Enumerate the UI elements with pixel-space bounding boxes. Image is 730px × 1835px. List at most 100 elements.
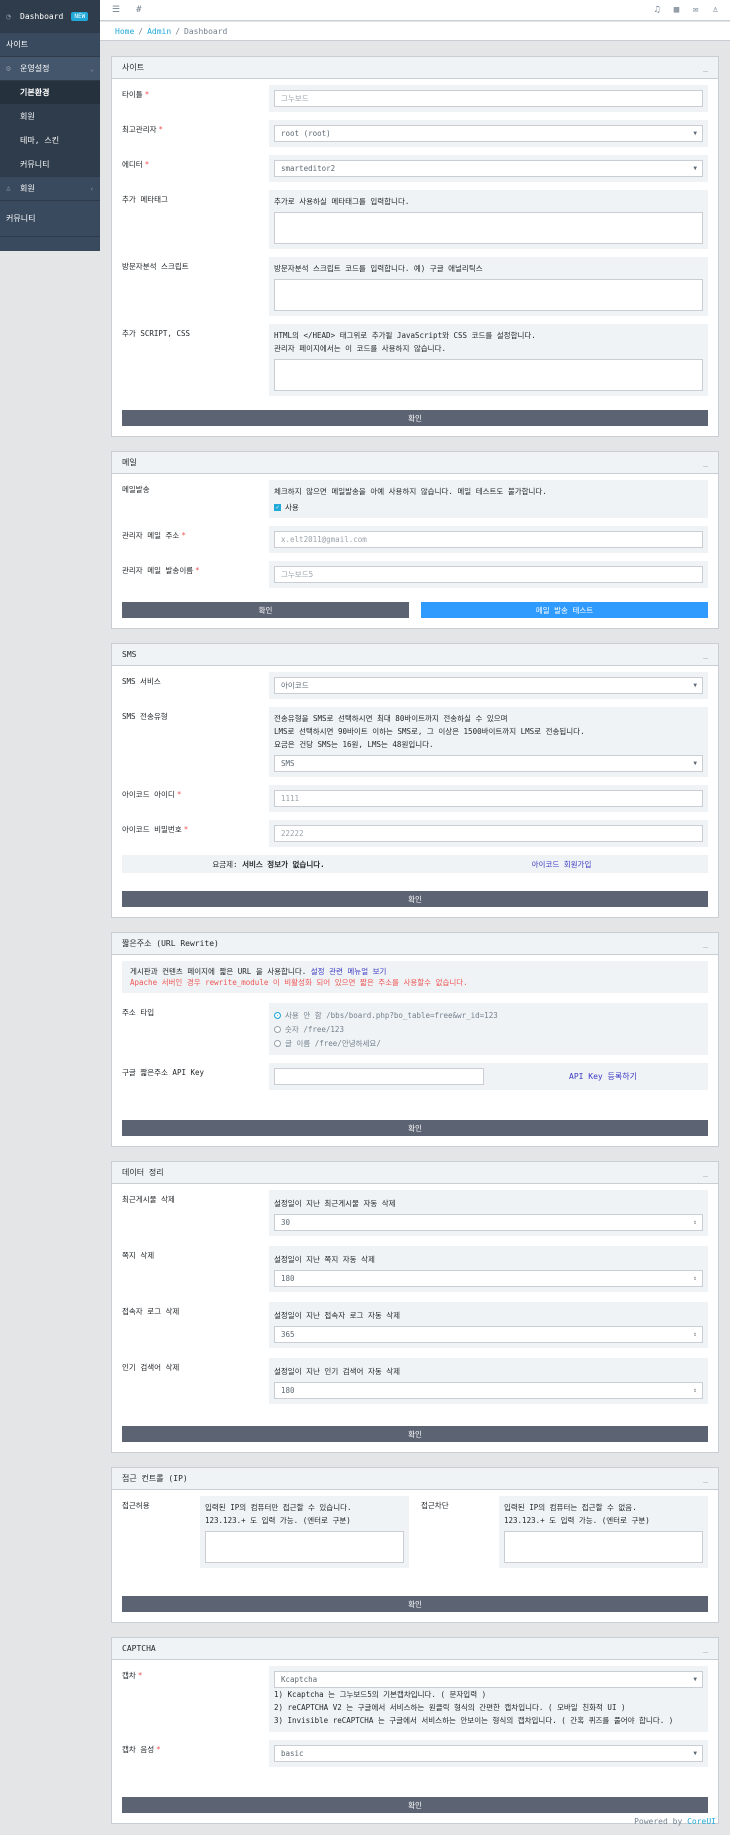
new-badge: NEW	[71, 11, 89, 21]
url-type-radio-none[interactable]: 사용 안 함 /bbs/board.php?bo_table=free&wr_i…	[274, 1008, 703, 1022]
admin-select[interactable]: root (root) ▼	[274, 125, 703, 142]
bell-icon[interactable]: ♫	[654, 5, 659, 15]
breadcrumb-home[interactable]: Home	[115, 27, 134, 36]
chevron-left-icon: ‹	[89, 184, 94, 193]
ip-confirm-button[interactable]: 확인	[122, 1596, 708, 1612]
help-text: 2) reCAPTCHA V2 는 구글에서 서비스하는 원클릭 형식의 간편한…	[274, 1703, 626, 1712]
minimize-icon[interactable]: _	[703, 458, 708, 467]
sidebar-item-settings[interactable]: ⚙ 운영설정 ⌄	[0, 57, 100, 81]
hash-link[interactable]: #	[136, 5, 141, 15]
data-row: 인기 검색어 삭제 설정일이 지난 인기 검색어 자동 삭제 180 ⇕	[122, 1358, 708, 1404]
help-text: 1) Kcaptcha 는 그누보드5의 기본캡차입니다. ( 문자입력 )	[274, 1690, 487, 1699]
sidebar-item-community[interactable]: 커뮤니티	[0, 201, 100, 237]
minimize-icon[interactable]: _	[703, 1168, 708, 1177]
coreui-link[interactable]: CoreUI	[687, 1817, 716, 1826]
data-rows: 최근게시물 삭제 설정일이 지난 최근게시물 자동 삭제 30 ⇕ 쪽지 삭제 설정일이 …	[112, 1184, 718, 1452]
sms-card: SMS _ SMS 서비스 아이코드 ▼ SMS 전송유형 전송유형을 SMS로 선택하…	[111, 643, 719, 918]
user-icon[interactable]: ♙	[713, 5, 718, 15]
field-label: 관리자 메일 주소	[122, 531, 180, 540]
sidebar-member-label: 회원	[20, 184, 35, 193]
analytics-textarea[interactable]	[274, 279, 703, 311]
icode-password-input[interactable]: 22222	[274, 825, 703, 842]
chevron-down-icon: ⌄	[89, 64, 94, 73]
sidebar-item-community-sub[interactable]: 커뮤니티	[0, 153, 100, 177]
field-label: 아이코드 아이디	[122, 790, 175, 799]
api-key-input[interactable]	[274, 1068, 484, 1085]
captcha-audio-select[interactable]: basic ▼	[274, 1745, 703, 1762]
number-value: 365	[281, 1330, 295, 1339]
help-text: 3) Invisible reCAPTCHA 는 구글에서 서비스하는 안보이는…	[274, 1716, 674, 1725]
sidebar-item-members[interactable]: ♙ 회원 ‹	[0, 177, 100, 201]
captcha-card: CAPTCHA _ 캡차 * Kcaptcha ▼ 1) Kcaptcha 는 그누보드5…	[111, 1637, 719, 1824]
data-confirm-button[interactable]: 확인	[122, 1426, 708, 1442]
captcha-select[interactable]: Kcaptcha ▼	[274, 1671, 703, 1688]
minimize-icon[interactable]: _	[703, 1474, 708, 1483]
script-textarea[interactable]	[274, 359, 703, 391]
mail-icon[interactable]: ✉	[693, 5, 698, 15]
select-value: smarteditor2	[281, 164, 336, 173]
radio-icon	[274, 1025, 281, 1033]
field-label: 최근게시물 삭제	[122, 1195, 175, 1204]
caret-down-icon: ▼	[693, 130, 697, 137]
site-confirm-button[interactable]: 확인	[122, 410, 708, 426]
help-text: 요금은 건당 SMS는 16원, LMS는 48원입니다.	[274, 740, 434, 749]
card-title: 메일	[122, 458, 137, 467]
mail-use-checkbox[interactable]: ✓ 사용	[274, 502, 703, 513]
icode-join-link[interactable]: 아이코드 회원가입	[532, 860, 592, 869]
url-note: 게시판과 컨텐츠 페이지에 짧은 URL 을 사용합니다. 설정 관련 메뉴얼 …	[122, 961, 708, 993]
mail-sender-input[interactable]: 그누보드5	[274, 566, 703, 583]
sms-type-select[interactable]: SMS ▼	[274, 755, 703, 772]
minimize-icon[interactable]: _	[703, 63, 708, 72]
minimize-icon[interactable]: _	[703, 650, 708, 659]
sidebar-dashboard-label: Dashboard	[20, 11, 64, 21]
manual-link[interactable]: 설정 관련 메뉴얼 보기	[311, 967, 387, 976]
help-text: 입력된 IP의 컴퓨터만 접근할 수 있습니다.	[205, 1503, 352, 1512]
help-text: 입력된 IP의 컴퓨터는 접근할 수 없음.	[504, 1503, 637, 1512]
breadcrumb: Home / Admin / Dashboard	[100, 22, 730, 41]
days-number-input[interactable]: 180 ⇕	[274, 1382, 703, 1399]
icode-id-input[interactable]: 1111	[274, 790, 703, 807]
title-input[interactable]: 그누보드	[274, 90, 703, 107]
editor-select[interactable]: smarteditor2 ▼	[274, 160, 703, 177]
select-value: SMS	[281, 759, 295, 768]
help-text: 관리자 페이지에서는 이 코드를 사용하지 않습니다.	[274, 344, 446, 353]
hamburger-icon[interactable]: ☰	[112, 5, 120, 15]
sidebar-item-member[interactable]: 회원	[0, 105, 100, 129]
caret-down-icon: ▼	[693, 165, 697, 172]
field-label: SMS 서비스	[122, 677, 161, 686]
ip-allow-textarea[interactable]	[205, 1531, 404, 1563]
field-label: 타이틀	[122, 90, 143, 99]
days-number-input[interactable]: 365 ⇕	[274, 1326, 703, 1343]
field-label: 관리자 메일 발송이름	[122, 566, 194, 575]
admin-email-input[interactable]: x.elt2011@gmail.com	[274, 531, 703, 548]
sidebar-item-site[interactable]: 사이트	[0, 33, 100, 57]
sidebar-item-basic[interactable]: 기본환경	[0, 81, 100, 105]
minimize-icon[interactable]: _	[703, 939, 708, 948]
url-type-radio-number[interactable]: 숫자 /free/123	[274, 1022, 703, 1036]
api-register-link[interactable]: API Key 등록하기	[569, 1071, 637, 1082]
url-type-radio-title[interactable]: 글 이름 /free/안녕하세요/	[274, 1036, 703, 1050]
captcha-confirm-button[interactable]: 확인	[122, 1797, 708, 1813]
sidebar-item-dashboard[interactable]: ◔ Dashboard NEW	[0, 0, 100, 33]
select-value: Kcaptcha	[281, 1675, 318, 1684]
sidebar-settings-label: 운영설정	[20, 64, 50, 73]
url-confirm-button[interactable]: 확인	[122, 1120, 708, 1136]
sms-confirm-button[interactable]: 확인	[122, 891, 708, 907]
help-text: 설정일이 지난 최근게시물 자동 삭제	[274, 1199, 396, 1208]
days-number-input[interactable]: 180 ⇕	[274, 1270, 703, 1287]
days-number-input[interactable]: 30 ⇕	[274, 1214, 703, 1231]
breadcrumb-admin[interactable]: Admin	[147, 27, 171, 36]
field-label: 메일발송	[122, 485, 150, 494]
mail-test-button[interactable]: 메일 발송 테스트	[421, 602, 708, 618]
sms-service-select[interactable]: 아이코드 ▼	[274, 677, 703, 694]
mail-confirm-button[interactable]: 확인	[122, 602, 409, 618]
caret-down-icon: ▼	[693, 1750, 697, 1757]
grid-icon[interactable]: ▦	[674, 5, 679, 15]
meta-textarea[interactable]	[274, 212, 703, 244]
sidebar-item-theme[interactable]: 테마, 스킨	[0, 129, 100, 153]
ip-deny-textarea[interactable]	[504, 1531, 703, 1563]
radio-label: 사용 안 함 /bbs/board.php?bo_table=free&wr_i…	[285, 1010, 498, 1020]
minimize-icon[interactable]: _	[703, 1644, 708, 1653]
help-text: 방문자분석 스크립트 코드를 입력합니다. 예) 구글 애널리틱스	[274, 264, 483, 273]
url-card: 짧은주소 (URL Rewrite) _ 게시판과 컨텐츠 페이지에 짧은 URL…	[111, 932, 719, 1147]
